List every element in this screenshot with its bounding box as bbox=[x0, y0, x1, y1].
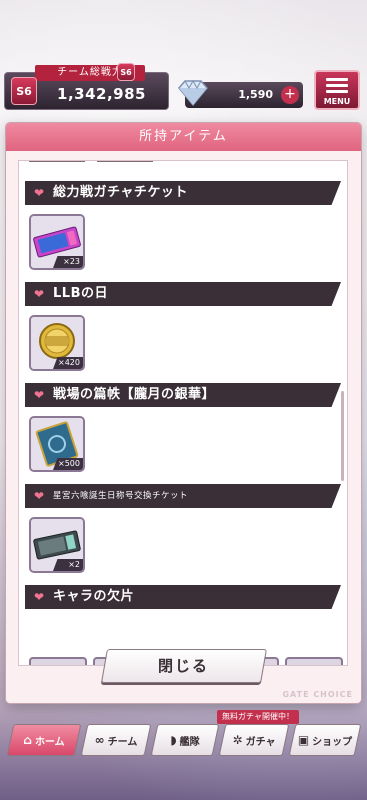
item-count: ×420 bbox=[53, 357, 83, 369]
item-section: ❤ 戦場の篇帙【朧月の銀華】 ×500 bbox=[25, 383, 341, 472]
top-status-bar: チーム総戦力 S6 S6 1,342,985 1,590 + MENU bbox=[0, 63, 367, 110]
item-count: ×23 bbox=[53, 256, 83, 268]
nav-fleet[interactable]: ◗ 艦隊 bbox=[150, 724, 220, 756]
section-title: 星宮六喰誕生日称号交換チケット bbox=[53, 491, 189, 501]
close-button-label: 閉じる bbox=[158, 657, 210, 675]
item-card[interactable]: ×420 bbox=[29, 315, 85, 371]
item-section: ❤ キャラの欠片 bbox=[25, 585, 341, 609]
nav-gacha[interactable]: ✲ ガチャ bbox=[218, 724, 290, 756]
add-gem-button[interactable]: + bbox=[281, 86, 299, 104]
gem-value: 1,590 bbox=[238, 88, 273, 101]
item-section: ❤ 総力戦ガチャチケット ×23 bbox=[25, 181, 341, 270]
nav-shop[interactable]: ▣ ショップ bbox=[288, 724, 362, 756]
item-count: ×2 bbox=[53, 559, 83, 571]
list-scrollbar[interactable] bbox=[341, 391, 344, 481]
menu-icon bbox=[326, 78, 348, 96]
nav-label: ショップ bbox=[312, 736, 353, 748]
heart-icon: ❤ bbox=[34, 388, 45, 402]
nav-team[interactable]: ∞ チーム bbox=[80, 724, 152, 756]
item-card[interactable]: ×2 bbox=[29, 517, 85, 573]
nav-label: ホーム bbox=[34, 736, 65, 748]
nav-label: チーム bbox=[107, 736, 138, 748]
gem-panel: 1,590 + bbox=[178, 79, 303, 108]
section-title: LLBの日 bbox=[53, 286, 108, 301]
gacha-icon: ✲ bbox=[232, 733, 243, 747]
section-title: キャラの欠片 bbox=[53, 589, 135, 604]
section-title: 戦場の篇帙【朧月の銀華】 bbox=[53, 387, 216, 402]
item-card[interactable]: ×23 bbox=[29, 214, 85, 270]
section-header: ❤ LLBの日 bbox=[25, 282, 341, 306]
team-power-value: 1,342,985 bbox=[57, 85, 146, 103]
nav-label: ガチャ bbox=[245, 736, 276, 748]
tab-divider bbox=[29, 161, 169, 167]
home-icon: ⌂ bbox=[23, 733, 32, 747]
free-gacha-banner: 無料ガチャ開催中！ bbox=[217, 710, 299, 724]
nav-label: 艦隊 bbox=[179, 736, 200, 748]
item-card[interactable]: ×500 bbox=[29, 416, 85, 472]
bottom-nav: ⌂ ホーム ∞ チーム ◗ 艦隊 ✲ ガチャ ▣ ショップ bbox=[4, 724, 364, 758]
fragment-card[interactable] bbox=[285, 657, 343, 665]
heart-icon: ❤ bbox=[34, 489, 45, 503]
rank-badge-left: S6 bbox=[11, 77, 37, 105]
close-button[interactable]: 閉じる bbox=[101, 649, 267, 683]
item-section: ❤ LLBの日 ×420 bbox=[25, 282, 341, 371]
diamond-icon bbox=[178, 79, 208, 107]
item-section: ❤ 星宮六喰誕生日称号交換チケット ×2 bbox=[25, 484, 341, 573]
menu-button[interactable]: MENU bbox=[314, 70, 360, 110]
heart-icon: ❤ bbox=[34, 186, 45, 200]
nav-home[interactable]: ⌂ ホーム bbox=[6, 724, 82, 756]
fleet-icon: ◗ bbox=[170, 733, 177, 747]
heart-icon: ❤ bbox=[34, 287, 45, 301]
section-header: ❤ 総力戦ガチャチケット bbox=[25, 181, 341, 205]
section-header: ❤ キャラの欠片 bbox=[25, 585, 341, 609]
team-power-panel: チーム総戦力 S6 S6 1,342,985 bbox=[4, 63, 169, 110]
item-inventory-modal: 所持アイテム ❤ 総力戦ガチャチケット ×23 ❤ LLBの日 ×420 ❤ 戦… bbox=[6, 123, 361, 703]
watermark: GATE CHOICE bbox=[282, 690, 353, 699]
shop-icon: ▣ bbox=[297, 733, 310, 747]
section-header: ❤ 星宮六喰誕生日称号交換チケット bbox=[25, 484, 341, 508]
team-icon: ∞ bbox=[94, 733, 105, 747]
item-count: ×500 bbox=[53, 458, 83, 470]
section-title: 総力戦ガチャチケット bbox=[53, 185, 188, 200]
modal-title: 所持アイテム bbox=[6, 123, 361, 151]
heart-icon: ❤ bbox=[34, 590, 45, 604]
rank-badge-right: S6 bbox=[117, 63, 135, 81]
fragment-card[interactable] bbox=[29, 657, 87, 665]
menu-label: MENU bbox=[323, 97, 351, 106]
section-header: ❤ 戦場の篇帙【朧月の銀華】 bbox=[25, 383, 341, 407]
item-list[interactable]: ❤ 総力戦ガチャチケット ×23 ❤ LLBの日 ×420 ❤ 戦場の篇帙【朧月… bbox=[18, 160, 348, 666]
